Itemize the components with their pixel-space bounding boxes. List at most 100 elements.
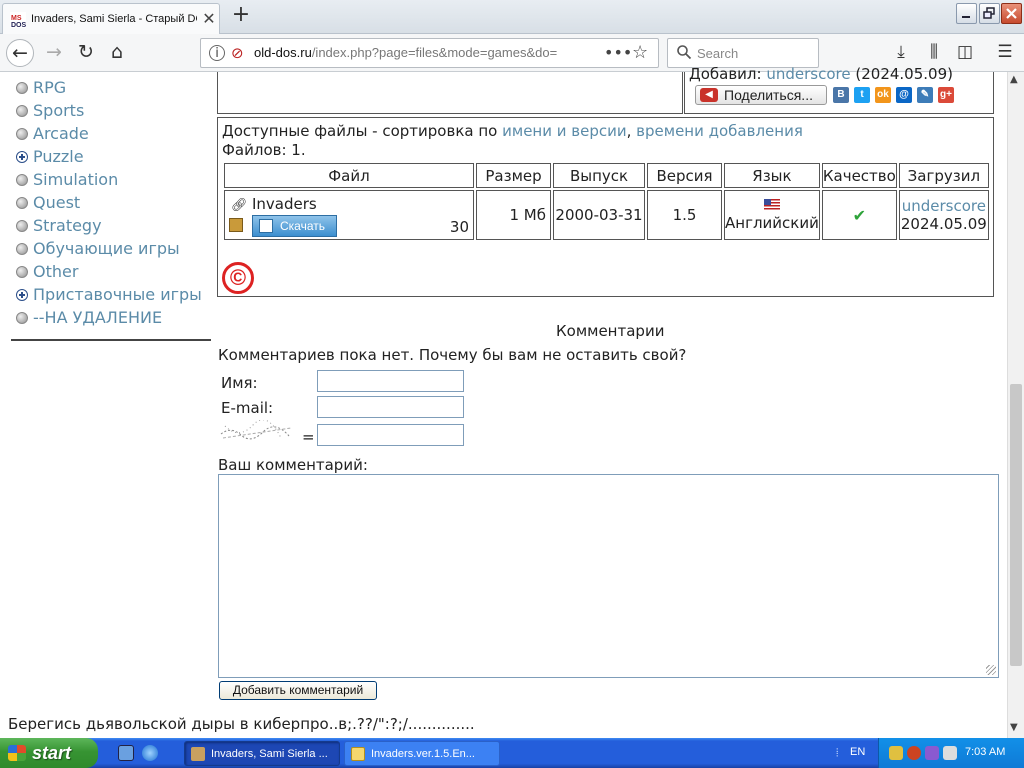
sidebar-item-label[interactable]: Обучающие игры xyxy=(33,239,180,258)
expand-plus-icon[interactable] xyxy=(16,289,28,301)
sidebar-item[interactable]: --НА УДАЛЕНИЕ xyxy=(16,308,162,328)
window-minimize-button[interactable] xyxy=(956,3,977,24)
sidebar-item-label[interactable]: Quest xyxy=(33,193,80,212)
scroll-down-icon[interactable]: ▼ xyxy=(1010,722,1018,733)
share-button[interactable]: ◀ Поделиться... xyxy=(695,85,827,105)
bullet-icon xyxy=(16,243,28,255)
browser-tab[interactable]: MS DOS Invaders, Sami Sierla - Старый DO… xyxy=(2,3,220,34)
odnoklassniki-icon[interactable]: ok xyxy=(875,87,891,103)
internet-explorer-icon[interactable] xyxy=(142,745,158,761)
name-field[interactable] xyxy=(317,370,464,392)
taskbar-item-label: Invaders, Sami Sierla ... xyxy=(211,748,328,760)
site-favicon-icon: MS DOS xyxy=(10,12,26,28)
taskbar-item-folder[interactable]: Invaders.ver.1.5.En... xyxy=(344,741,500,766)
share-icon: ◀ xyxy=(700,88,718,102)
insecure-connection-icon[interactable]: ⊘ xyxy=(231,44,244,62)
url-text[interactable]: old-dos.ru/index.php?page=files&mode=gam… xyxy=(254,45,564,60)
tray-app-icon[interactable] xyxy=(889,746,903,760)
uploader-link[interactable]: underscore xyxy=(902,197,986,215)
taskbar-item-browser[interactable]: Invaders, Sami Sierla ... xyxy=(184,741,340,766)
livejournal-icon[interactable]: ✎ xyxy=(917,87,933,103)
link-chain-icon[interactable]: 🔗︎ xyxy=(231,198,248,213)
sidebar-item-label[interactable]: Other xyxy=(33,262,78,281)
vk-icon[interactable]: В xyxy=(833,87,849,103)
sidebar-item[interactable]: Other xyxy=(16,262,78,282)
captcha-field[interactable] xyxy=(317,424,464,446)
quality-cell: ✔ xyxy=(821,190,897,240)
sidebar-toggle-icon[interactable]: ◫ xyxy=(954,41,976,63)
sidebar-item-label[interactable]: Sports xyxy=(33,101,84,120)
add-comment-button[interactable]: Добавить комментарий xyxy=(219,681,377,700)
sidebar-item[interactable]: Puzzle xyxy=(16,147,84,167)
sidebar-item[interactable]: Приставочные игры xyxy=(16,285,202,305)
search-bar[interactable]: Search xyxy=(667,38,819,68)
sidebar-item[interactable]: Arcade xyxy=(16,124,89,144)
start-button[interactable]: start xyxy=(0,738,98,768)
column-header-release: Выпуск xyxy=(553,163,645,188)
download-icon[interactable]: ⤓ xyxy=(890,41,912,63)
expand-plus-icon[interactable] xyxy=(16,151,28,163)
volume-icon[interactable] xyxy=(943,746,957,760)
bullet-icon xyxy=(16,105,28,117)
sidebar-item[interactable]: Quest xyxy=(16,193,80,213)
bookmark-star-icon[interactable]: ☆ xyxy=(632,42,648,63)
download-button[interactable]: Скачать xyxy=(252,215,337,237)
sidebar-item-label[interactable]: Arcade xyxy=(33,124,89,143)
security-shield-icon[interactable] xyxy=(907,746,921,760)
mailru-icon[interactable]: @ xyxy=(896,87,912,103)
bullet-icon xyxy=(16,128,28,140)
sort-by-date-link[interactable]: времени добавления xyxy=(636,122,803,140)
tab-close-icon[interactable]: ✕ xyxy=(201,10,217,28)
window-close-button[interactable] xyxy=(1001,3,1022,24)
language-indicator[interactable]: EN xyxy=(850,746,865,758)
sidebar-item[interactable]: Simulation xyxy=(16,170,118,190)
sidebar-item[interactable]: Обучающие игры xyxy=(16,239,180,259)
email-field[interactable] xyxy=(317,396,464,418)
restore-icon xyxy=(983,7,995,19)
sidebar-item-label[interactable]: --НА УДАЛЕНИЕ xyxy=(33,308,162,327)
search-placeholder: Search xyxy=(697,46,739,61)
added-by-user-link[interactable]: underscore xyxy=(766,65,850,83)
sidebar-item[interactable]: Strategy xyxy=(16,216,102,236)
address-bar[interactable]: i ⊘ old-dos.ru/index.php?page=files&mode… xyxy=(200,38,659,68)
resize-grip-icon[interactable] xyxy=(986,665,996,675)
sidebar-item-label[interactable]: Puzzle xyxy=(33,147,84,166)
googleplus-icon[interactable]: g+ xyxy=(938,87,954,103)
us-flag-icon xyxy=(763,198,780,210)
sidebar-item-label[interactable]: Strategy xyxy=(33,216,102,235)
file-name-link[interactable]: Invaders xyxy=(252,195,317,213)
sidebar-item[interactable]: Sports xyxy=(16,101,84,121)
archive-box-icon xyxy=(229,218,243,232)
bullet-icon xyxy=(16,266,28,278)
sidebar-item[interactable]: RPG xyxy=(16,78,66,98)
windows-taskbar: start Invaders, Sami Sierla ... Invaders… xyxy=(0,738,1024,768)
library-icon[interactable]: ⫼ xyxy=(923,41,945,63)
game-window-icon xyxy=(191,747,205,761)
page-actions-icon[interactable]: ••• xyxy=(604,43,632,62)
sidebar-item-label[interactable]: RPG xyxy=(33,78,66,97)
no-comments-message: Комментариев пока нет. Почему бы вам не … xyxy=(218,346,687,364)
files-section: Доступные файлы - сортировка по имени и … xyxy=(217,117,994,297)
captcha-equals: = xyxy=(302,428,315,446)
tray-expand-icon[interactable]: ⦙ xyxy=(836,746,838,760)
home-icon[interactable]: ⌂ xyxy=(103,39,131,67)
back-arrow-icon[interactable]: ← xyxy=(6,39,34,67)
sort-by-name-link[interactable]: имени и версии xyxy=(502,122,626,140)
page-info-icon[interactable]: i xyxy=(209,45,225,61)
comment-textarea[interactable] xyxy=(218,474,999,678)
new-tab-button[interactable]: + xyxy=(230,4,252,27)
scrollbar-thumb[interactable] xyxy=(1010,384,1022,666)
tray-network-icon[interactable] xyxy=(925,746,939,760)
bullet-icon xyxy=(16,197,28,209)
sidebar-item-label[interactable]: Приставочные игры xyxy=(33,285,202,304)
page-scrollbar[interactable]: ▲ ▼ xyxy=(1007,72,1024,738)
reload-icon[interactable]: ↻ xyxy=(72,39,100,67)
scroll-up-icon[interactable]: ▲ xyxy=(1010,74,1018,85)
game-description-box xyxy=(217,72,683,114)
sidebar-item-label[interactable]: Simulation xyxy=(33,170,118,189)
forward-arrow-icon[interactable]: → xyxy=(40,39,68,67)
twitter-icon[interactable]: t xyxy=(854,87,870,103)
hamburger-menu-icon[interactable]: ☰ xyxy=(994,41,1016,63)
show-desktop-icon[interactable] xyxy=(118,745,134,761)
window-restore-button[interactable] xyxy=(979,3,1000,24)
